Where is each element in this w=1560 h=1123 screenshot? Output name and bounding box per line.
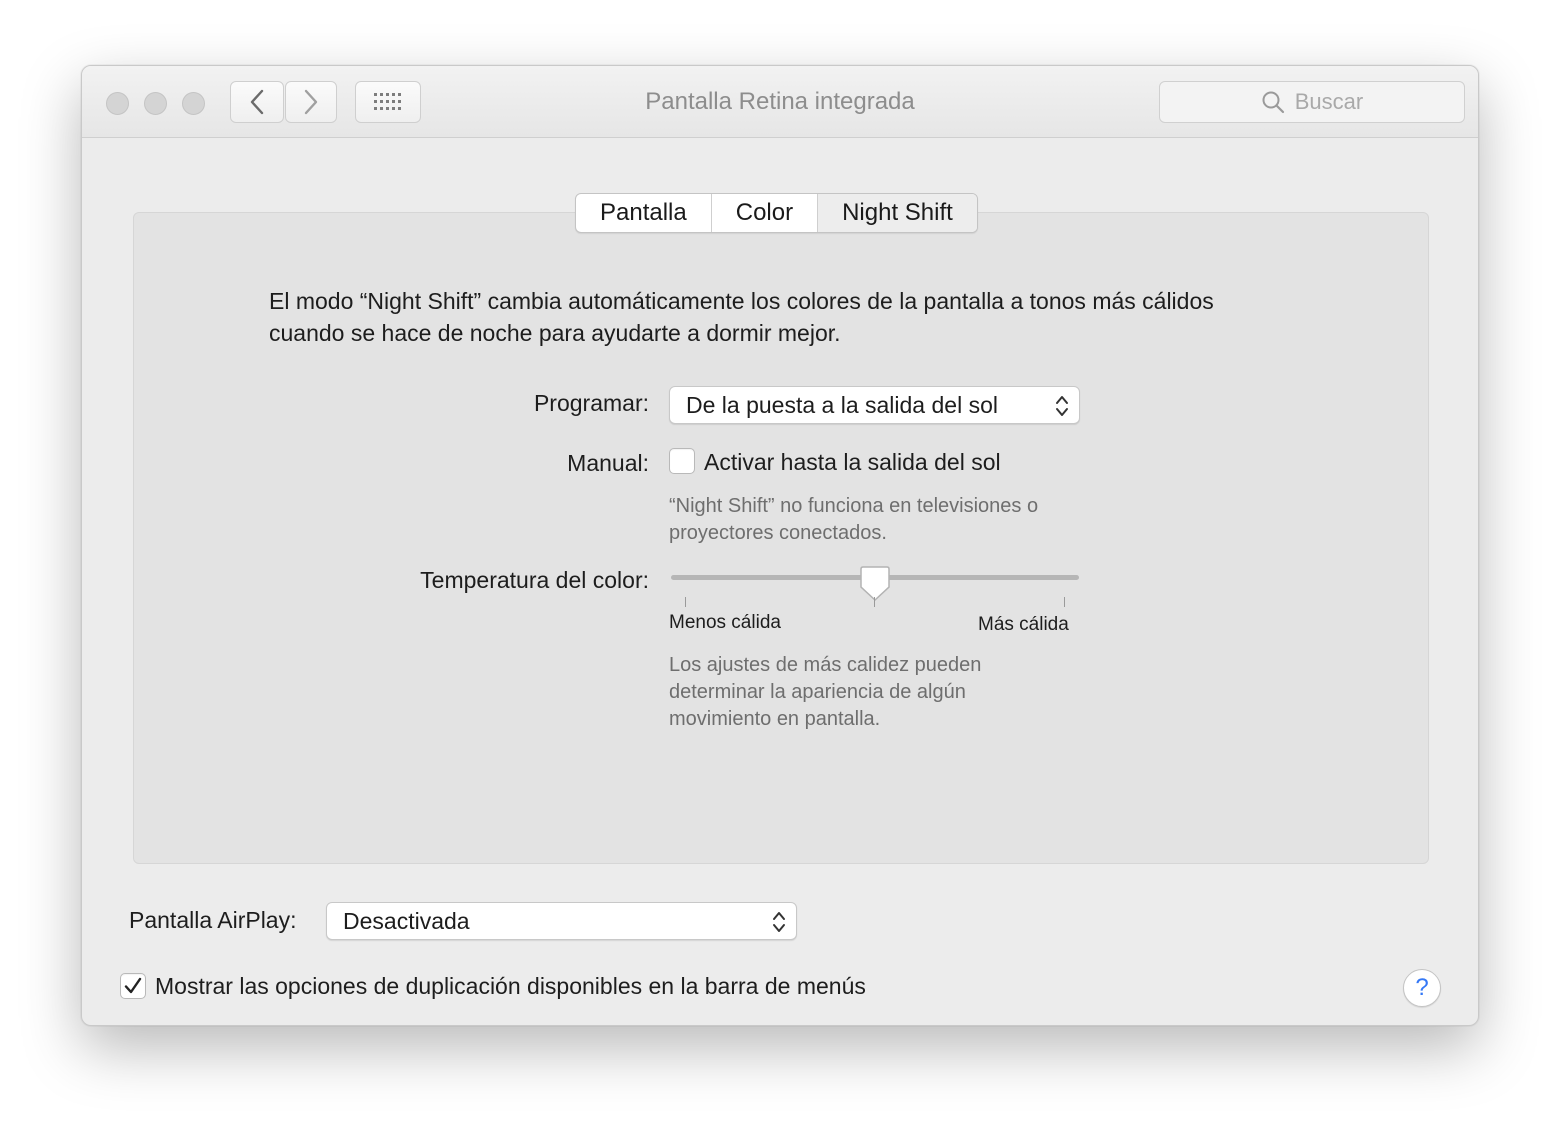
- manual-label: Manual:: [567, 450, 649, 476]
- preferences-window: Pantalla Retina integrada Buscar Pantall…: [81, 65, 1479, 1026]
- schedule-label: Programar:: [533, 390, 649, 416]
- airplay-label: Pantalla AirPlay:: [129, 907, 297, 933]
- slider-tick-mid: [874, 597, 875, 607]
- airplay-popup[interactable]: Desactivada: [326, 902, 797, 940]
- manual-checkbox[interactable]: [669, 448, 695, 474]
- manual-note: “Night Shift” no funciona en televisione…: [669, 495, 1039, 544]
- manual-checkbox-label[interactable]: Activar hasta la salida del sol: [704, 449, 1001, 476]
- popup-arrows-icon: [1056, 396, 1068, 416]
- tab-bar: Pantalla Color Night Shift: [575, 193, 978, 233]
- temperature-label: Temperatura del color:: [420, 567, 649, 593]
- temperature-min-label: Menos cálida: [669, 612, 781, 633]
- mirroring-label[interactable]: Mostrar las opciones de duplicación disp…: [155, 973, 866, 1000]
- airplay-value: Desactivada: [343, 908, 470, 934]
- temperature-note: Los ajustes de más calidez pueden determ…: [669, 654, 982, 730]
- slider-tick-min: [685, 597, 686, 607]
- tab-color[interactable]: Color: [712, 194, 819, 232]
- temperature-max-label: Más cálida: [978, 614, 1069, 635]
- slider-tick-max: [1064, 597, 1065, 607]
- tab-night-shift[interactable]: Night Shift: [818, 194, 977, 232]
- schedule-popup[interactable]: De la puesta a la salida del sol: [669, 386, 1080, 424]
- mirroring-checkbox[interactable]: [120, 973, 146, 999]
- search-icon: [1262, 91, 1284, 114]
- search-field[interactable]: Buscar: [1159, 81, 1465, 123]
- schedule-value: De la puesta a la salida del sol: [686, 392, 998, 418]
- night-shift-description: El modo “Night Shift” cambia automáticam…: [269, 288, 1214, 346]
- tab-pantalla[interactable]: Pantalla: [576, 194, 712, 232]
- popup-arrows-icon: [773, 912, 785, 932]
- search-placeholder: Buscar: [1294, 89, 1364, 114]
- checkmark-icon: [124, 977, 142, 994]
- title-bar: Pantalla Retina integrada Buscar: [82, 66, 1478, 138]
- help-button[interactable]: ?: [1403, 969, 1441, 1007]
